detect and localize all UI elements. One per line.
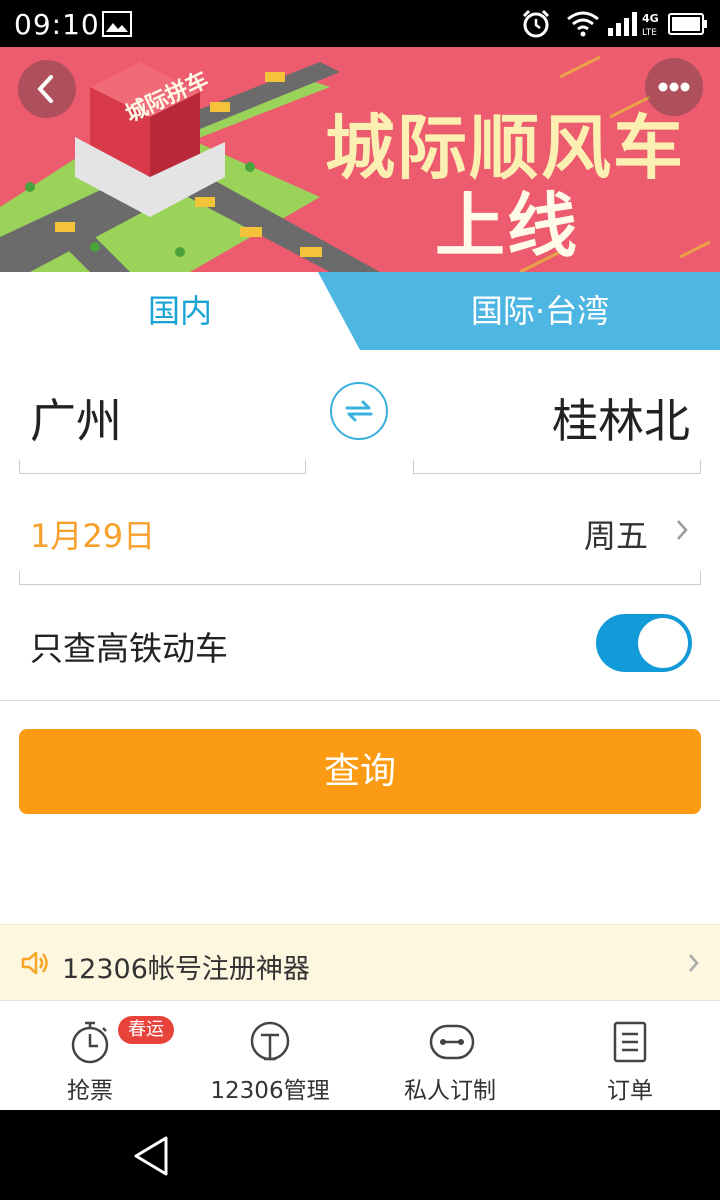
chevron-left-icon [37,75,53,103]
chevron-right-icon [689,954,699,972]
tab-domestic[interactable]: 国内 [0,272,360,350]
divider [0,700,720,701]
tab-international[interactable]: 国际·台湾 [360,272,720,350]
nav-label: 12306管理 [210,1078,330,1104]
promo-banner[interactable]: 城际拼车 城际顺风车 上线 [0,47,720,272]
chevron-right-icon [677,520,688,540]
nav-label: 私人订制 [404,1078,496,1104]
nav-item-custom[interactable]: 私人订制 [360,1001,540,1111]
date-underline [19,571,701,585]
system-navigation-bar [0,1110,720,1200]
network-type-icon: 4G LTE [642,12,659,37]
status-bar: 09:10 4G LTE [0,0,720,47]
stopwatch-icon [71,1021,109,1064]
speaker-icon [21,951,48,975]
status-time: 09:10 [14,8,100,41]
svg-text:4G: 4G [642,12,659,25]
tab-international-label: 国际·台湾 [470,292,610,330]
svg-text:LTE: LTE [642,28,657,37]
arrival-station[interactable]: 桂林北 [552,385,690,451]
nav-label: 订单 [607,1078,653,1104]
departure-date[interactable]: 1月29日 [30,511,155,557]
spring-festival-badge: 春运 [118,1016,174,1044]
battery-icon [668,13,707,35]
search-button[interactable]: 查询 [19,729,701,814]
wifi-icon [567,11,599,37]
departure-weekday[interactable]: 周五 [584,511,648,557]
departure-underline [19,460,306,474]
more-button[interactable] [645,58,703,116]
arrival-underline [413,460,701,474]
high-speed-only-label: 只查高铁动车 [30,629,228,668]
order-list-icon [613,1021,647,1063]
robot-icon [429,1024,475,1060]
notice-bar[interactable]: 12306帐号注册神器 [0,924,720,1000]
region-tabs: 国内 国际·台湾 [0,272,720,350]
image-icon [102,11,132,37]
toggle-knob [638,618,688,668]
departure-station[interactable]: 广州 [30,385,122,451]
high-speed-only-toggle[interactable] [596,614,692,672]
notice-text: 12306帐号注册神器 [62,954,310,985]
banner-title-line2: 上线 [435,185,579,267]
app-root: 09:10 4G LTE 城际拼车 城际顺风车 上线 国内 国际·台湾 广州 桂… [0,0,720,1200]
signal-icon [608,12,637,36]
swap-stations-button[interactable] [330,382,388,440]
nav-item-orders[interactable]: 订单 [540,1001,720,1111]
tab-domestic-label: 国内 [147,292,212,330]
system-back-icon[interactable] [132,1134,172,1178]
nav-label: 抢票 [67,1078,113,1104]
back-button[interactable] [18,60,76,118]
bottom-navigation: 春运 抢票 12306管理 私人订制 订单 [0,1000,720,1110]
swap-icon [345,400,373,422]
nav-item-12306-manage[interactable]: 12306管理 [180,1001,360,1111]
train-icon [250,1021,290,1061]
alarm-icon [522,9,550,38]
nav-item-grab-ticket[interactable]: 春运 抢票 [0,1001,180,1111]
more-dots-icon [658,82,690,92]
